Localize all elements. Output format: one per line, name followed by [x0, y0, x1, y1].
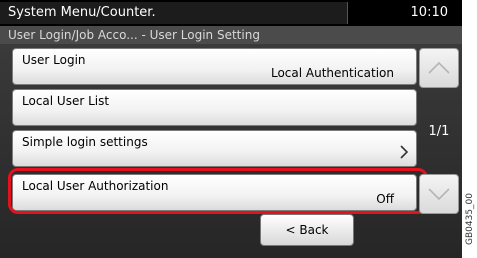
touch-panel-screen: System Menu/Counter. 10:10 User Login/Jo…: [0, 0, 462, 258]
page-indicator: 1/1: [428, 124, 450, 139]
settings-list-area: User Login Local Authentication Local Us…: [0, 44, 462, 258]
back-button[interactable]: < Back: [260, 214, 354, 246]
simple-login-settings-item[interactable]: Simple login settings: [12, 130, 417, 167]
scroll-down-button[interactable]: [419, 174, 459, 214]
figure-id-label: GB0435_00: [463, 184, 477, 254]
local-user-authorization-item[interactable]: Local User Authorization Off: [12, 174, 417, 211]
simple-login-settings-label: Simple login settings: [22, 135, 148, 149]
chevron-right-icon: [400, 145, 409, 163]
scroll-up-button[interactable]: [419, 48, 459, 88]
clock: 10:10: [410, 5, 448, 20]
breadcrumb: User Login/Job Acco... - User Login Sett…: [0, 26, 462, 44]
chevron-down-icon: [428, 188, 450, 201]
user-login-value: Local Authentication: [270, 66, 394, 80]
local-user-list-item[interactable]: Local User List: [12, 89, 417, 126]
user-login-item[interactable]: User Login Local Authentication: [12, 48, 417, 85]
user-login-label: User Login: [22, 53, 86, 67]
system-menu-title: System Menu/Counter.: [0, 2, 348, 24]
status-bar: System Menu/Counter. 10:10: [0, 0, 462, 26]
local-user-authorization-value: Off: [376, 192, 394, 206]
local-user-authorization-label: Local User Authorization: [22, 179, 169, 193]
local-user-list-label: Local User List: [22, 94, 110, 108]
figure-id-text: GB0435_00: [465, 192, 475, 246]
chevron-up-icon: [428, 61, 450, 74]
